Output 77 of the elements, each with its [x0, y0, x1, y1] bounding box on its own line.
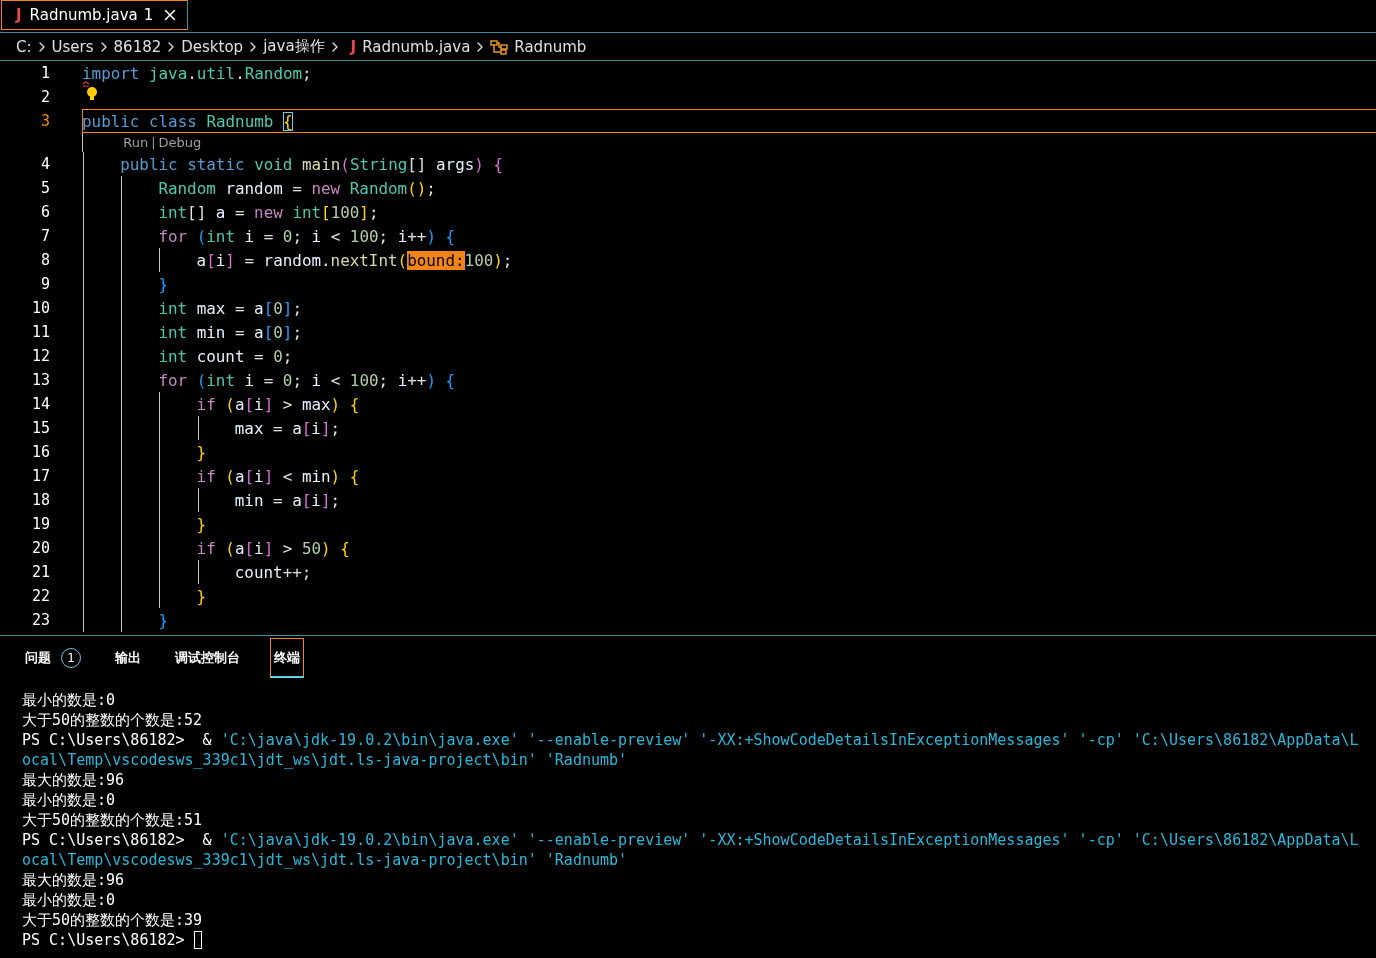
terminal-line: ocal\Temp\vscodesws_339c1\jdt_ws\jdt.ls-java-project\bin' 'Radnumb': [22, 850, 628, 870]
line-number: 10: [30, 299, 50, 317]
terminal-line: 最小的数是:0: [22, 790, 116, 810]
line-number: 15: [30, 419, 50, 437]
line-number: 13: [30, 371, 50, 389]
lightbulb-icon[interactable]: [82, 81, 100, 103]
code-line: }: [196, 586, 207, 606]
line-number: 23: [30, 611, 50, 629]
line-number: 18: [30, 491, 50, 509]
separator-text: |: [151, 135, 156, 150]
line-number: 8: [39, 251, 50, 269]
breadcrumb-item[interactable]: C:: [16, 37, 32, 56]
code-line: public static void main(String[] args) {: [120, 154, 503, 174]
code-line: int min = a[0];: [158, 322, 302, 342]
line-number: 14: [30, 395, 50, 413]
code-line: }: [158, 274, 168, 294]
line-number: 11: [30, 323, 50, 341]
editor-tab[interactable]: J Radnumb.java 1: [1, 0, 189, 30]
terminal-line: 大于50的整数的个数是:52: [22, 710, 203, 730]
panel-tab[interactable]: 输出: [111, 638, 145, 678]
java-file-icon: J: [350, 37, 357, 56]
debug-link[interactable]: Debug: [158, 135, 202, 150]
line-number: 12: [30, 347, 50, 365]
line-number: 17: [30, 467, 50, 485]
line-number: 19: [30, 515, 50, 533]
breadcrumb-item[interactable]: J Radnumb.java: [350, 37, 471, 56]
line-number: 3: [39, 112, 50, 130]
line-number: 5: [39, 179, 50, 197]
code-line: Random random = new Random();: [158, 178, 436, 198]
terminal-line: PS C:\Users\86182>: [22, 930, 185, 950]
terminal-line: 最小的数是:0: [22, 890, 116, 910]
terminal-line: PS C:\Users\86182> & 'C:\java\jdk-19.0.2\bin\java.exe' '--enable-preview' '-XX:+ShowCodeDetailsInExceptionMessages' '-cp' 'C:\Users\86182\AppData\L: [22, 830, 1359, 850]
code-line: }: [196, 514, 207, 534]
terminal-line: 大于50的整数的个数是:39: [22, 910, 203, 930]
terminal-line: PS C:\Users\86182> & 'C:\java\jdk-19.0.2\bin\java.exe' '--enable-preview' '-XX:+ShowCodeDetailsInExceptionMessages' '-cp' 'C:\Users\86182\AppData\L: [22, 730, 1359, 750]
code-line: import java.util.Random;: [82, 63, 312, 83]
code-line: public class Radnumb {: [82, 111, 293, 131]
line-number: 2: [39, 88, 50, 106]
panel-tab[interactable]: 调试控制台: [171, 638, 244, 678]
code-line: }: [196, 442, 207, 462]
code-line: count++;: [234, 562, 312, 582]
breadcrumb-item[interactable]: 86182: [113, 37, 162, 56]
terminal-line: 最大的数是:96: [22, 870, 125, 890]
breadcrumb-item[interactable]: Radnumb: [490, 37, 587, 56]
run-link[interactable]: Run: [123, 135, 149, 150]
code-line: }: [158, 610, 168, 630]
breadcrumb-item[interactable]: java操作: [263, 37, 325, 56]
line-number: 1: [39, 64, 50, 82]
line-number: 7: [39, 227, 50, 245]
class-icon: [490, 38, 509, 55]
breadcrumb-item[interactable]: Users: [51, 37, 94, 56]
code-line: if (a[i] < min) {: [196, 466, 360, 486]
code-line: if (a[i] > max) {: [196, 394, 360, 414]
breadcrumb-item[interactable]: Desktop: [181, 37, 244, 56]
panel-tab[interactable]: 终端: [270, 638, 304, 678]
line-number: 22: [30, 587, 50, 605]
code-line: min = a[i];: [234, 490, 341, 510]
panel-tab[interactable]: 问题 1: [21, 638, 85, 678]
line-number: 6: [39, 203, 50, 221]
line-number: 16: [30, 443, 50, 461]
terminal-line: 大于50的整数的个数是:51: [22, 810, 203, 830]
code-line: if (a[i] > 50) {: [196, 538, 350, 558]
code-line: for (int i = 0; i < 100; i++) {: [158, 370, 456, 390]
line-number: 4: [39, 155, 50, 173]
code-line: int[] a = new int[100];: [158, 202, 379, 222]
code-line: a[i] = random.nextInt(bound:100);: [196, 250, 513, 270]
terminal-line: ocal\Temp\vscodesws_339c1\jdt_ws\jdt.ls-java-project\bin' 'Radnumb': [22, 750, 628, 770]
code-line: int count = 0;: [158, 346, 293, 366]
line-number: 9: [39, 275, 50, 293]
code-line: for (int i = 0; i < 100; i++) {: [158, 226, 456, 246]
terminal-line: 最大的数是:96: [22, 770, 125, 790]
code-line: max = a[i];: [234, 418, 341, 438]
code-line: int max = a[0];: [158, 298, 302, 318]
line-number: 21: [30, 563, 50, 581]
terminal-line: 最小的数是:0: [22, 690, 116, 710]
java-file-icon: J: [16, 6, 22, 24]
line-number: 20: [30, 539, 50, 557]
